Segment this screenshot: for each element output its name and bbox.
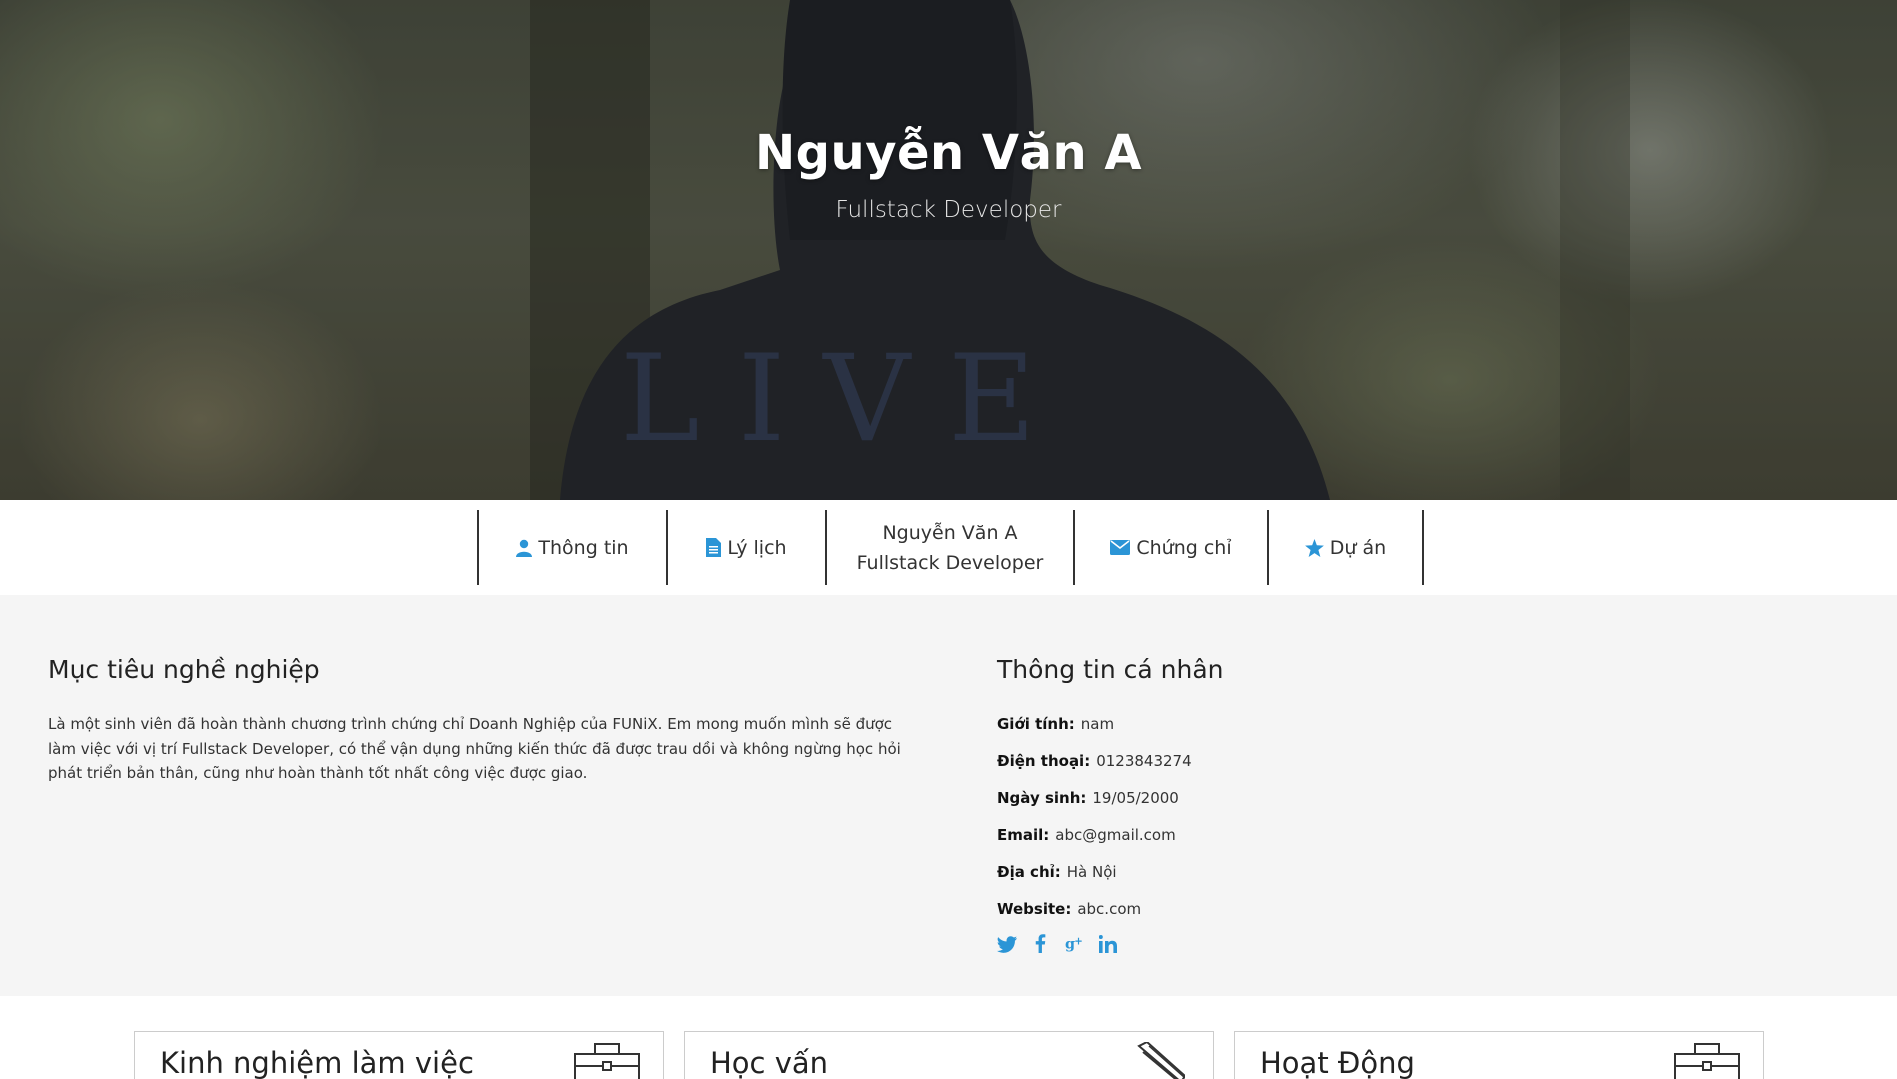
info-value: abc@gmail.com	[1055, 826, 1176, 844]
card-activities[interactable]: Hoạt Động	[1234, 1031, 1764, 1079]
career-heading: Mục tiêu nghề nghiệp	[48, 655, 320, 684]
info-value: Hà Nội	[1066, 863, 1117, 881]
nav-center-role: Fullstack Developer	[856, 551, 1044, 574]
nav-label: Lý lịch	[727, 536, 787, 559]
nav-item-du-an[interactable]: Dự án	[1267, 510, 1424, 585]
info-label: Website:	[997, 900, 1072, 918]
nav-item-chung-chi[interactable]: Chứng chỉ	[1073, 510, 1267, 585]
info-birthday: Ngày sinh: 19/05/2000	[997, 780, 1697, 817]
info-label: Địa chỉ:	[997, 863, 1061, 881]
nav-label: Thông tin	[538, 536, 629, 559]
card-title: Kinh nghiệm làm việc	[160, 1046, 474, 1079]
hero-banner: L I V E Nguyễn Văn A Fullstack Developer	[0, 0, 1897, 500]
nav-item-ly-lich[interactable]: Lý lịch	[666, 510, 825, 585]
twitter-icon[interactable]	[997, 934, 1017, 958]
info-label: Điện thoại:	[997, 752, 1091, 770]
nav-item-thong-tin[interactable]: Thông tin	[477, 510, 666, 585]
facebook-icon[interactable]	[1031, 934, 1049, 958]
info-value: nam	[1080, 715, 1115, 733]
info-value: 19/05/2000	[1092, 789, 1179, 807]
info-gender: Giới tính: nam	[997, 706, 1697, 743]
info-phone: Điện thoại: 0123843274	[997, 743, 1697, 780]
info-label: Giới tính:	[997, 715, 1075, 733]
info-label: Ngày sinh:	[997, 789, 1087, 807]
hero-role: Fullstack Developer	[835, 197, 1062, 223]
info-value: 0123843274	[1096, 752, 1192, 770]
main-nav: Thông tin Lý lịch Nguyễn Văn A Fullstack…	[0, 500, 1897, 595]
career-objective: Mục tiêu nghề nghiệp Là một sinh viên đã…	[48, 655, 908, 786]
resume-cards: Kinh nghiệm làm việc Học vấn Hoạt Động	[0, 996, 1897, 1079]
file-icon	[706, 538, 722, 557]
nav-bar: Thông tin Lý lịch Nguyễn Văn A Fullstack…	[477, 510, 1424, 585]
envelope-icon	[1110, 540, 1131, 555]
info-address: Địa chỉ: Hà Nội	[997, 854, 1697, 891]
star-icon	[1304, 538, 1324, 557]
info-value: abc.com	[1077, 900, 1142, 918]
personal-info-list: Giới tính: nam Điện thoại: 0123843274 Ngày…	[997, 706, 1697, 928]
card-title: Hoạt Động	[1260, 1046, 1415, 1079]
hero-overlay	[0, 0, 1897, 500]
svg-text:+: +	[1074, 936, 1083, 947]
nav-label: Dự án	[1329, 536, 1387, 559]
card-education[interactable]: Học vấn	[684, 1031, 1214, 1079]
google-plus-icon[interactable]: g +	[1065, 934, 1083, 958]
user-icon	[516, 539, 533, 557]
pencil-icon	[1135, 1040, 1187, 1079]
info-label: Email:	[997, 826, 1050, 844]
personal-heading: Thông tin cá nhân	[997, 655, 1224, 684]
card-work-experience[interactable]: Kinh nghiệm làm việc	[134, 1031, 664, 1079]
briefcase-icon	[573, 1042, 641, 1079]
card-title: Học vấn	[710, 1046, 829, 1079]
briefcase-icon	[1673, 1042, 1741, 1079]
nav-brand[interactable]: Nguyễn Văn A Fullstack Developer	[825, 510, 1073, 585]
info-website: Website: abc.com	[997, 891, 1697, 928]
nav-center-name: Nguyễn Văn A	[882, 521, 1018, 544]
about-section: Mục tiêu nghề nghiệp Là một sinh viên đã…	[0, 595, 1897, 996]
linkedin-icon[interactable]	[1098, 934, 1117, 958]
hero-name: Nguyễn Văn A	[755, 125, 1142, 181]
info-email: Email: abc@gmail.com	[997, 817, 1697, 854]
nav-label: Chứng chỉ	[1136, 536, 1232, 559]
personal-info: Thông tin cá nhân Giới tính: nam Điện tho…	[997, 655, 1697, 958]
career-text: Là một sinh viên đã hoàn thành chương tr…	[48, 715, 901, 782]
social-links: g +	[997, 934, 1697, 958]
